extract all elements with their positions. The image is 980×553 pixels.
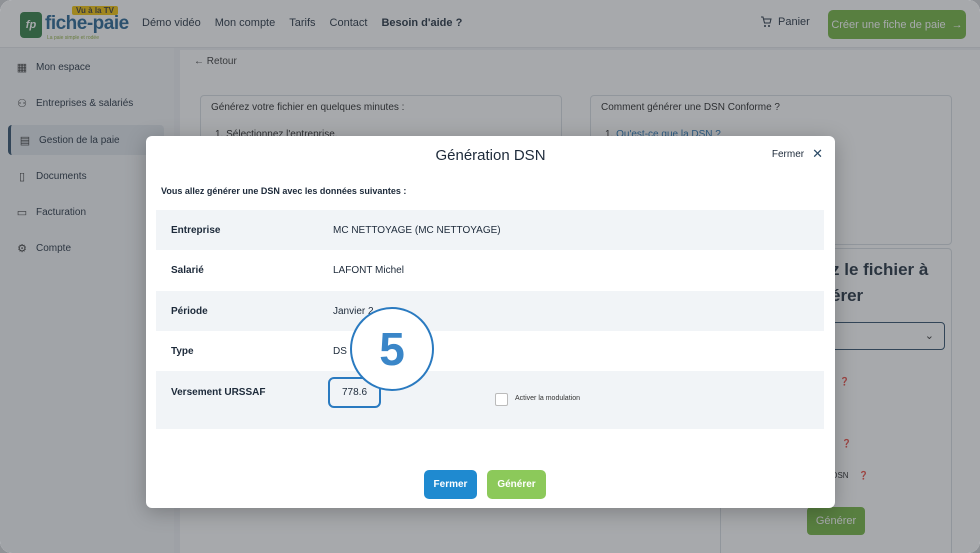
- row-value: LAFONT Michel: [333, 264, 404, 276]
- modal-close-button[interactable]: Fermer ✕: [772, 146, 823, 162]
- modal-generer-button[interactable]: Générer: [487, 470, 546, 499]
- close-icon: ✕: [812, 146, 823, 161]
- modulation-checkbox[interactable]: [495, 393, 508, 406]
- data-row-versement-urssaf: Versement URSSAF 778.6 Activer la modula…: [156, 371, 824, 429]
- app-frame: fp fiche-paie Vu à la TV La paie simple …: [0, 0, 980, 553]
- modal-fermer-button[interactable]: Fermer: [424, 470, 477, 499]
- row-value: DS: [333, 345, 347, 357]
- modal-intro: Vous allez générer une DSN avec les donn…: [161, 186, 407, 196]
- urssaf-amount-value: 778.6: [342, 387, 368, 398]
- data-row-entreprise: Entreprise MC NETTOYAGE (MC NETTOYAGE): [156, 210, 824, 250]
- data-row-salarie: Salarié LAFONT Michel: [156, 250, 824, 290]
- row-label: Salarié: [171, 264, 204, 276]
- step-number-callout: 5: [350, 307, 434, 391]
- data-row-periode: Période Janvier 2: [156, 291, 824, 331]
- data-row-type: Type DS: [156, 331, 824, 371]
- row-label: Type: [171, 345, 194, 357]
- modal-close-label: Fermer: [771, 148, 805, 160]
- dsn-generation-modal: Génération DSN Fermer ✕ Vous allez génér…: [146, 136, 835, 508]
- modulation-label: Activer la modulation: [515, 395, 580, 402]
- modal-title: Génération DSN: [435, 147, 546, 164]
- row-label: Versement URSSAF: [171, 387, 266, 398]
- row-value: MC NETTOYAGE (MC NETTOYAGE): [333, 224, 501, 236]
- row-label: Entreprise: [171, 224, 221, 236]
- row-label: Période: [171, 305, 208, 317]
